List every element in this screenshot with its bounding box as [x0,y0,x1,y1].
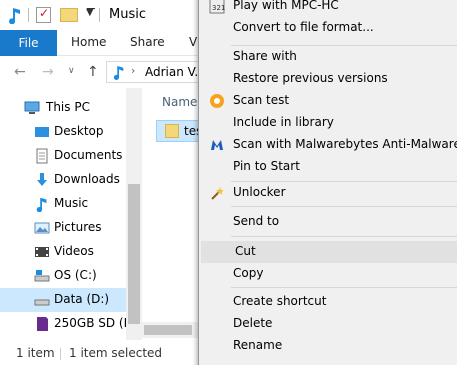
menu-item-label: Send to [233,214,280,228]
nav-item-label: Pictures [54,220,102,234]
nav-item-downloads[interactable]: Downloads [0,168,126,192]
item-count: 1 item [16,346,55,360]
music-icon [36,197,47,212]
new-folder-icon[interactable] [60,8,78,22]
drive-d-icon [34,299,50,306]
menu-item-scan-malwarebytes[interactable]: Scan with Malwarebytes Anti-Malware [199,134,457,156]
menu-separator [231,206,457,207]
breadcrumb-chevron-icon[interactable]: › [131,64,135,77]
menu-item-label: Convert to file format... [233,20,374,34]
nav-item-label: Desktop [54,124,104,138]
sd-card-icon [37,317,48,331]
nav-pane-scrollbar[interactable] [126,88,142,340]
music-note-icon [113,66,124,80]
svg-text:321: 321 [212,4,225,12]
menu-item-create-shortcut[interactable]: Create shortcut [199,291,457,313]
menu-item-label: Play with MPC-HC [233,0,339,12]
nav-item-label: Data (D:) [54,292,110,306]
context-menu: 321 Play with MPC-HC Convert to file for… [198,0,457,365]
menu-item-pin-to-start[interactable]: Pin to Start [199,156,457,178]
nav-item-data-d[interactable]: Data (D:) [0,288,126,312]
menu-item-share-with[interactable]: Share with [199,46,457,68]
status-divider [60,348,61,360]
menu-item-label: Restore previous versions [233,71,388,85]
menu-item-label: Delete [233,316,273,330]
nav-item-desktop[interactable]: Desktop [0,120,126,144]
menu-item-restore-versions[interactable]: Restore previous versions [199,68,457,90]
folder-icon [165,124,179,138]
breadcrumb-item[interactable]: Adrian V... [145,65,206,79]
menu-item-label: Include in library [233,115,334,129]
nav-item-music[interactable]: Music [0,192,126,216]
scrollbar-thumb[interactable] [144,325,192,335]
file-row-selected[interactable]: tes [156,120,204,142]
scrollbar-thumb[interactable] [128,184,140,324]
drive-c-icon [34,270,50,282]
nav-item-label: Documents [54,148,123,162]
navigation-pane: This PC Desktop Documents Downloads Musi… [0,88,140,340]
up-arrow-icon[interactable]: ↑ [87,64,99,80]
computer-icon [24,101,40,114]
documents-icon [36,148,48,164]
selection-count: 1 item selected [69,346,163,360]
nav-item-this-pc[interactable]: This PC [0,96,126,120]
nav-item-label: Downloads [54,172,120,186]
menu-item-copy[interactable]: Copy [199,263,457,285]
forward-arrow-icon[interactable]: → [42,64,54,80]
mpc-hc-icon: 321 [209,0,225,14]
nav-item-os-c[interactable]: OS (C:) [0,264,126,288]
menu-item-send-to[interactable]: Send to [199,211,457,233]
toolbar-separator [99,8,100,22]
downloads-icon [37,173,47,186]
quick-access-dropdown-icon[interactable]: ▼ [86,7,95,18]
menu-item-cut[interactable]: Cut [201,241,457,263]
menu-item-rename[interactable]: Rename [199,335,457,357]
menu-item-label: Copy [233,266,264,280]
nav-item-label: OS (C:) [54,268,97,282]
horizontal-scrollbar[interactable] [142,322,202,338]
videos-icon [35,247,49,257]
nav-item-videos[interactable]: Videos [0,240,126,264]
menu-item-label: Pin to Start [233,159,300,173]
properties-icon[interactable] [36,6,51,23]
tab-share[interactable]: Share [130,35,165,49]
nav-item-label: Music [54,196,89,210]
nav-item-documents[interactable]: Documents [0,144,126,168]
nav-item-label: Videos [54,244,94,258]
menu-item-include-in-library[interactable]: Include in library [199,112,457,134]
address-bar[interactable]: › Adrian V... [106,61,206,83]
menu-item-label: Unlocker [233,185,286,199]
menu-item-scan-test[interactable]: Scan test [199,90,457,112]
menu-item-label: Scan with Malwarebytes Anti-Malware [233,137,457,151]
malwarebytes-icon [211,140,223,150]
menu-item-label: Rename [233,338,283,352]
avast-icon [210,94,224,108]
menu-item-label: Share with [233,49,297,63]
window-title: Music [109,7,146,22]
menu-separator [231,287,457,288]
column-header-name[interactable]: Name [162,95,197,109]
menu-item-convert[interactable]: Convert to file format... [199,17,457,39]
menu-separator [231,236,457,237]
recent-locations-chevron-icon[interactable]: ∨ [68,66,75,76]
pictures-icon [34,222,50,234]
menu-item-label: Create shortcut [233,294,327,308]
nav-item-sd-e[interactable]: 250GB SD (E:) [0,312,140,336]
nav-item-label: This PC [46,100,90,114]
file-list: Name tes [142,88,204,340]
unlocker-wand-icon [211,187,224,200]
menu-item-play-with-mpc-hc[interactable]: 321 Play with MPC-HC [199,0,457,17]
menu-item-delete[interactable]: Delete [199,313,457,335]
back-arrow-icon[interactable]: ← [14,64,26,80]
desktop-icon [35,127,49,137]
tab-file[interactable]: File [0,30,57,56]
music-note-icon [9,8,20,24]
toolbar-separator [28,8,29,22]
menu-item-label: Cut [235,244,256,258]
menu-item-unlocker[interactable]: Unlocker [199,182,457,204]
tab-home[interactable]: Home [71,35,106,49]
nav-item-pictures[interactable]: Pictures [0,216,126,240]
menu-item-label: Scan test [233,93,290,107]
